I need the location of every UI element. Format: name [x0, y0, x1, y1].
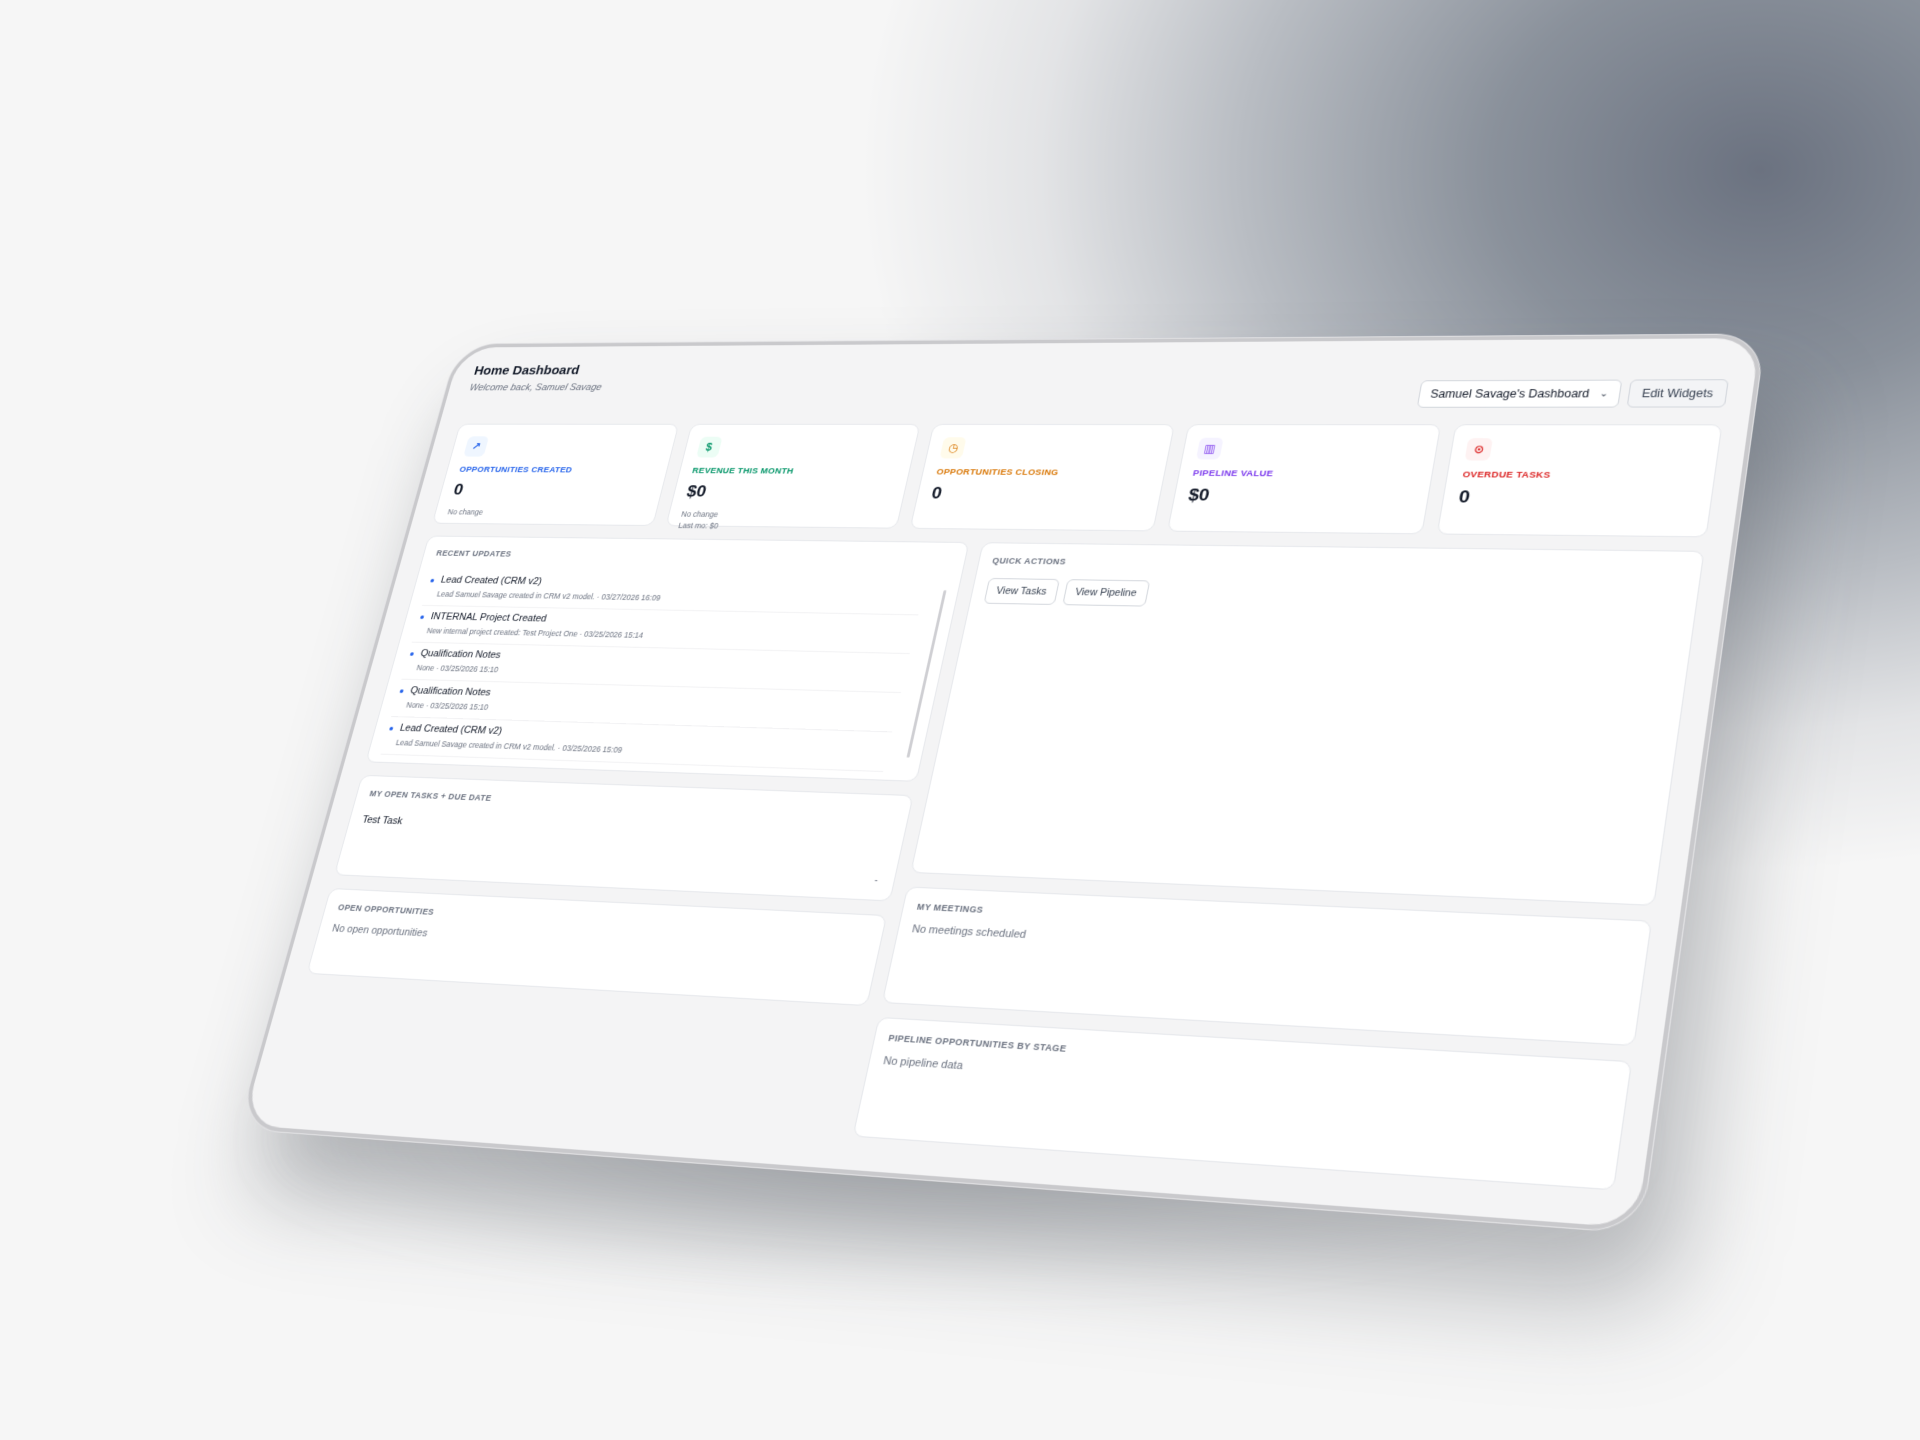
dashboard-select-value: Samuel Savage's Dashboard [1429, 387, 1590, 400]
kpi-label: REVENUE THIS MONTH [691, 466, 897, 477]
card-title: RECENT UPDATES [435, 549, 952, 565]
widget-grid: RECENT UPDATES Lead Created (CRM v2) Lea… [272, 536, 1704, 1191]
open-opportunities-card: OPEN OPPORTUNITIES No open opportunities [306, 888, 886, 1006]
open-tasks-card: MY OPEN TASKS + DUE DATE Test Task - [334, 775, 913, 902]
dollar-icon: $ [696, 437, 722, 458]
kpi-value: $0 [1187, 486, 1416, 508]
card-title: MY OPEN TASKS + DUE DATE [369, 789, 896, 819]
kpi-value: 0 [1457, 488, 1697, 511]
quick-actions-row: View Tasks View Pipeline [983, 578, 1683, 616]
my-meetings-card: MY MEETINGS No meetings scheduled [881, 886, 1652, 1046]
task-due-date: - [873, 875, 879, 886]
welcome-text: Welcome back, Samuel Savage [468, 382, 603, 392]
kpi-note: No change [446, 507, 644, 520]
kpi-label: OVERDUE TASKS [1462, 470, 1700, 482]
kpi-card-overdue-tasks[interactable]: ⊙ OVERDUE TASKS 0 [1437, 424, 1722, 537]
kpi-label: PIPELINE VALUE [1192, 468, 1419, 479]
left-column: RECENT UPDATES Lead Created (CRM v2) Lea… [272, 536, 969, 1136]
kpi-value: 0 [929, 484, 1147, 505]
kpi-value: 0 [451, 481, 650, 501]
trending-up-icon: ↗ [463, 436, 489, 456]
view-tasks-button[interactable]: View Tasks [983, 578, 1060, 605]
chevron-down-icon: ⌄ [1599, 388, 1609, 398]
kpi-card-opportunities-created[interactable]: ↗ OPPORTUNITIES CREATED 0 No change [432, 424, 679, 526]
kpi-label: OPPORTUNITIES CLOSING [935, 467, 1151, 478]
recent-updates-card: RECENT UPDATES Lead Created (CRM v2) Lea… [365, 536, 969, 782]
kpi-note: No change Last mo: $0 [677, 509, 887, 534]
header-text: Home Dashboard Welcome back, Samuel Sava… [468, 361, 608, 392]
view-pipeline-button[interactable]: View Pipeline [1062, 579, 1150, 606]
quick-actions-card: QUICK ACTIONS View Tasks View Pipeline [910, 542, 1705, 906]
kpi-row: ↗ OPPORTUNITIES CREATED 0 No change $ RE… [432, 424, 1723, 538]
kpi-note-last-month: Last mo: $0 [677, 520, 884, 533]
pipeline-by-stage-card: PIPELINE OPPORTUNITIES BY STAGE No pipel… [852, 1017, 1632, 1191]
bar-chart-icon: ▥ [1196, 438, 1224, 460]
kpi-label: OPPORTUNITIES CREATED [458, 465, 655, 475]
kpi-card-revenue-this-month[interactable]: $ REVENUE THIS MONTH $0 No change Last m… [665, 424, 921, 529]
kpi-value: $0 [685, 483, 894, 504]
dashboard-select[interactable]: Samuel Savage's Dashboard ⌄ [1417, 380, 1622, 408]
right-column: QUICK ACTIONS View Tasks View Pipeline M… [852, 542, 1705, 1190]
kpi-card-opportunities-closing[interactable]: ◷ OPPORTUNITIES CLOSING 0 [910, 424, 1175, 531]
clock-icon: ◷ [940, 437, 967, 458]
tablet-frame: Home Dashboard Welcome back, Samuel Sava… [238, 334, 1765, 1233]
card-title: QUICK ACTIONS [991, 556, 1686, 575]
kpi-card-pipeline-value[interactable]: ▥ PIPELINE VALUE $0 [1167, 424, 1442, 534]
task-item[interactable]: Test Task [361, 814, 890, 847]
dashboard-header: Home Dashboard Welcome back, Samuel Sava… [461, 355, 1733, 421]
alert-circle-icon: ⊙ [1465, 438, 1493, 460]
recent-updates-list: Lead Created (CRM v2) Lead Samuel Savage… [381, 569, 947, 772]
edit-widgets-button[interactable]: Edit Widgets [1626, 379, 1729, 407]
device-stage: Home Dashboard Welcome back, Samuel Sava… [238, 334, 1765, 1233]
page-title: Home Dashboard [473, 363, 609, 378]
header-actions: Samuel Savage's Dashboard ⌄ Edit Widgets [1417, 379, 1729, 407]
